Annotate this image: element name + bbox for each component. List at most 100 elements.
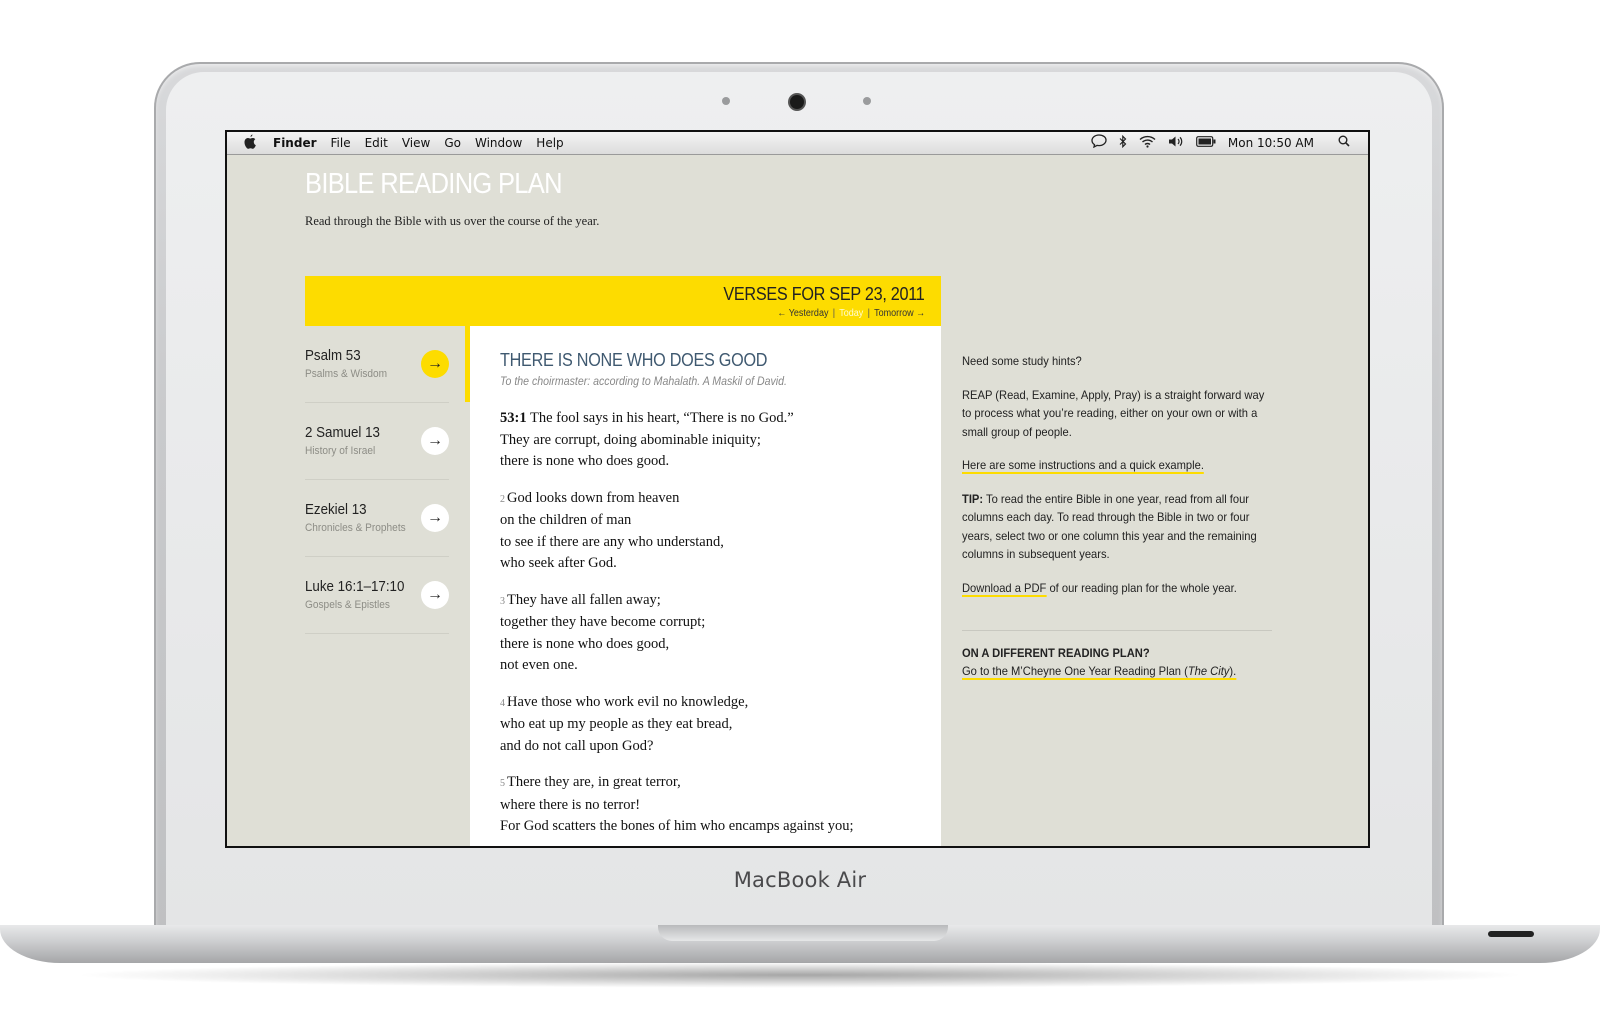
reading-ref: 2 Samuel 13 <box>305 425 380 441</box>
reading-ref: Ezekiel 13 <box>305 502 367 518</box>
download-pdf-link[interactable]: Download a PDF <box>962 580 1047 597</box>
verse-line: 2 God looks down from heaven <box>500 488 930 511</box>
passage-text: 53:1 The fool says in his heart, “There … <box>500 408 930 846</box>
mcheyne-link-prefix: Go to the M’Cheyne One Year Reading Plan… <box>962 664 1188 678</box>
reading-item-ezekiel[interactable]: Ezekiel 13 Chronicles & Prophets → <box>305 480 449 557</box>
status-menus: Mon 10:50 AM <box>1091 134 1350 152</box>
passage-title: THERE IS NONE WHO DOES GOOD <box>500 350 768 370</box>
verse-stanza: 4 Have those who work evil no knowledge, … <box>500 692 930 758</box>
verse-number: 3 <box>500 595 505 607</box>
laptop-shadow <box>70 962 1530 988</box>
reading-ref: Luke 16:1–17:10 <box>305 579 405 595</box>
download-paragraph: Download a PDF of our reading plan for t… <box>962 579 1269 598</box>
wifi-icon[interactable] <box>1139 135 1156 152</box>
verse-line: 53:1 The fool says in his heart, “There … <box>500 408 930 430</box>
nav-separator: | <box>867 308 870 319</box>
webcam <box>790 95 804 109</box>
site-title[interactable]: BIBLE READING PLAN <box>305 168 563 201</box>
menu-edit[interactable]: Edit <box>365 136 388 150</box>
menu-go[interactable]: Go <box>444 136 461 150</box>
reading-list: Psalm 53 Psalms & Wisdom → 2 Samuel 13 H… <box>305 326 467 634</box>
yesterday-link[interactable]: ← Yesterday <box>777 308 828 319</box>
verse-line: not even one. <box>500 657 578 673</box>
volume-icon[interactable] <box>1168 135 1184 152</box>
menu-window[interactable]: Window <box>475 136 522 150</box>
message-icon[interactable] <box>1091 134 1107 152</box>
site-subtitle: Read through the Bible with us over the … <box>305 214 600 228</box>
day-navigation: ← Yesterday | Today | Tomorrow → <box>777 308 925 319</box>
verse-line: 3 They have all fallen away; <box>500 590 930 613</box>
mcheyne-plan-link-line: Go to the M’Cheyne One Year Reading Plan… <box>962 664 1237 680</box>
verses-header: VERSES FOR SEP 23, 2011 ← Yesterday | To… <box>305 276 941 326</box>
tomorrow-link[interactable]: Tomorrow → <box>874 308 925 319</box>
verse-text: The fool says in his heart, “There is no… <box>529 410 794 426</box>
download-rest-text: of our reading plan for the whole year. <box>1046 580 1237 595</box>
verse-line: where there is no terror! <box>500 796 641 813</box>
verse-text: God looks down from heaven <box>507 489 680 506</box>
arrow-right-icon[interactable]: → <box>421 427 449 455</box>
reading-category: Chronicles & Prophets <box>305 522 406 534</box>
verses-date-title: VERSES FOR SEP 23, 2011 <box>723 284 925 304</box>
laptop-port <box>1488 931 1534 937</box>
verse-stanza: 53:1 The fool says in his heart, “There … <box>500 408 930 473</box>
verse-line: For God scatters the bones of him who en… <box>500 818 854 834</box>
other-plan-heading: ON A DIFFERENT READING PLAN? <box>962 646 1150 660</box>
verse-line: on the children of man <box>500 512 632 528</box>
tip-label: TIP: <box>962 491 984 506</box>
verse-number: 4 <box>500 697 505 709</box>
instructions-link[interactable]: Here are some instructions and a quick e… <box>962 458 1204 474</box>
ambient-sensor <box>722 97 730 105</box>
bluetooth-icon[interactable] <box>1119 134 1127 152</box>
battery-icon[interactable] <box>1196 135 1216 151</box>
arrow-right-icon[interactable]: → <box>421 581 449 609</box>
reading-category: History of Israel <box>305 445 376 457</box>
today-link[interactable]: Today <box>839 308 863 319</box>
reading-category: Gospels & Epistles <box>305 599 390 611</box>
verse-line: who seek after God. <box>500 555 617 571</box>
menu-clock[interactable]: Mon 10:50 AM <box>1228 136 1314 150</box>
verse-line: there is none who does good. <box>500 453 670 469</box>
apple-icon[interactable] <box>243 134 257 153</box>
passage-superscription: To the choirmaster: according to Mahalat… <box>500 376 787 388</box>
menu-view[interactable]: View <box>402 136 430 150</box>
verse-stanza: 3 They have all fallen away; together the… <box>500 590 930 677</box>
reap-description: REAP (Read, Examine, Apply, Pray) is a s… <box>962 387 1265 439</box>
verse-line: together they have become corrupt; <box>500 614 706 630</box>
reading-ref: Psalm 53 <box>305 348 361 364</box>
screen: Finder File Edit View Go Window Help Mon… <box>225 130 1370 848</box>
verse-line: 5 There they are, in great terror, <box>500 772 930 795</box>
ambient-sensor-right <box>863 97 871 105</box>
spotlight-search-icon[interactable] <box>1338 135 1350 151</box>
arrow-right-icon[interactable]: → <box>421 350 449 378</box>
verse-number: 5 <box>500 778 505 789</box>
mcheyne-plan-link[interactable]: Go to the M’Cheyne One Year Reading Plan… <box>962 664 1237 680</box>
sidebar-divider <box>962 630 1272 631</box>
verse-text: They have all fallen away; <box>507 591 661 608</box>
verse-line: 4 Have those who work evil no knowledge, <box>500 692 930 715</box>
mcheyne-link-italic: The City <box>1187 664 1230 678</box>
reading-item-samuel[interactable]: 2 Samuel 13 History of Israel → <box>305 403 449 480</box>
tip-paragraph: TIP: To read the entire Bible in one yea… <box>962 490 1269 564</box>
verse-number: 53:1 <box>500 410 527 426</box>
arrow-right-icon[interactable]: → <box>421 504 449 532</box>
verse-line: who eat up my people as they eat bread, <box>500 716 733 732</box>
laptop-base-notch <box>658 925 948 941</box>
instructions-paragraph: Here are some instructions and a quick e… <box>962 456 1269 475</box>
mcheyne-link-suffix: ). <box>1229 664 1237 678</box>
passage-panel: THERE IS NONE WHO DOES GOOD To the choir… <box>470 326 941 846</box>
verse-line: there is none who does good, <box>500 635 670 652</box>
verse-text: There they are, in great terror, <box>507 774 681 790</box>
verse-number: 2 <box>500 493 505 505</box>
nav-separator: | <box>832 308 836 319</box>
menu-help[interactable]: Help <box>536 136 563 150</box>
menu-app-finder[interactable]: Finder <box>273 136 317 150</box>
menu-file[interactable]: File <box>331 136 351 150</box>
verse-stanza: 2 God looks down from heaven on the child… <box>500 488 930 575</box>
tip-text: To read the entire Bible in one year, re… <box>962 491 1257 562</box>
device-brand-label: MacBook Air <box>733 868 867 892</box>
reading-item-psalm[interactable]: Psalm 53 Psalms & Wisdom → <box>305 326 449 403</box>
reading-item-luke[interactable]: Luke 16:1–17:10 Gospels & Epistles → <box>305 557 449 634</box>
verse-line: They are corrupt, doing abominable iniqu… <box>500 431 761 448</box>
verse-stanza: 5 There they are, in great terror, where … <box>500 772 930 838</box>
verse-text: Have those who work evil no knowledge, <box>507 693 749 710</box>
